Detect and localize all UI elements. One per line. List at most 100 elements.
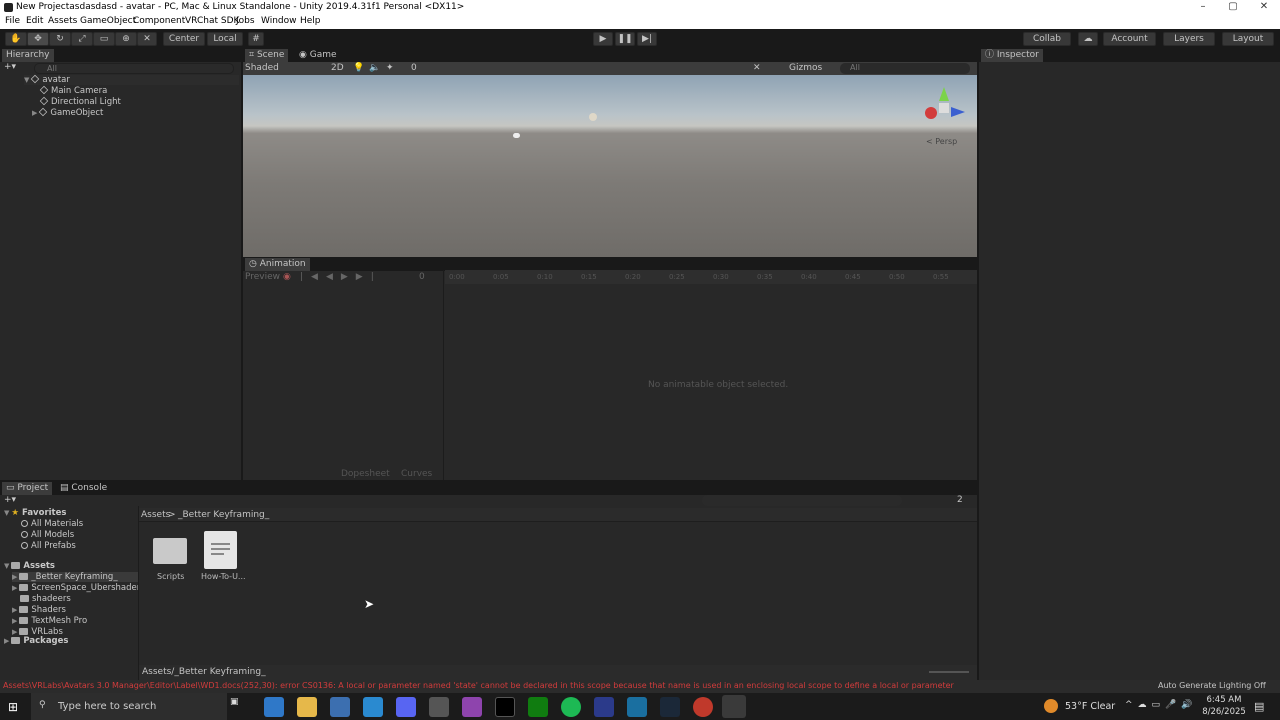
gizmos-dropdown[interactable]: Gizmos [789, 63, 822, 73]
step-button[interactable]: ▶| [637, 32, 657, 46]
effects-icon[interactable]: ✦ [386, 63, 394, 73]
menu-edit[interactable]: Edit [26, 16, 43, 26]
favorites-folder[interactable]: ▼ ★ Favorites [4, 508, 66, 518]
file-explorer-icon[interactable] [297, 697, 317, 717]
icon-size-slider[interactable] [929, 671, 969, 673]
tab-animation[interactable]: ◷ Animation [245, 258, 310, 271]
2d-toggle[interactable]: 2D [331, 63, 344, 73]
maximize-button[interactable]: ▢ [1218, 1, 1248, 12]
menu-file[interactable]: File [5, 16, 20, 26]
tab-inspector[interactable]: ⓘ Inspector [981, 49, 1043, 62]
tab-project[interactable]: ▭ Project [2, 482, 53, 495]
play-button[interactable]: ▶ [593, 32, 613, 46]
fav-all-models[interactable]: All Models [21, 530, 74, 540]
menu-vrchat-sdk[interactable]: VRChat SDK [185, 16, 239, 26]
app-icon[interactable] [627, 697, 647, 717]
obs-icon[interactable] [693, 697, 713, 717]
app-icon[interactable] [594, 697, 614, 717]
tab-hierarchy[interactable]: Hierarchy [2, 49, 54, 62]
x-icon[interactable] [495, 697, 515, 717]
create-asset-icon[interactable]: +▾ [4, 495, 16, 505]
orientation-gizmo-icon[interactable] [925, 87, 965, 127]
camera-gizmo-icon[interactable] [513, 133, 520, 138]
fav-all-materials[interactable]: All Materials [21, 519, 83, 529]
breadcrumb-assets[interactable]: Assets [141, 510, 170, 520]
breadcrumb-current[interactable]: _Better Keyframing_ [178, 510, 269, 520]
scene-search-input[interactable]: All [840, 63, 970, 74]
clock-time[interactable]: 6:45 AM [1204, 695, 1244, 705]
pause-button[interactable]: ❚❚ [615, 32, 635, 46]
collab-dropdown[interactable]: Collab [1023, 32, 1071, 46]
notifications-icon[interactable]: ▤ [1254, 700, 1264, 713]
layers-dropdown[interactable]: Layers [1163, 32, 1215, 46]
shading-mode-dropdown[interactable]: Shaded [245, 63, 279, 73]
pivot-local-button[interactable]: Local [207, 32, 243, 46]
task-view-icon[interactable]: ▣ [230, 697, 250, 717]
hand-tool-icon[interactable]: ✋ [5, 32, 27, 46]
close-button[interactable]: ✕ [1249, 1, 1279, 12]
transform-tool-icon[interactable]: ⊕ [115, 32, 137, 46]
menu-gameobject[interactable]: GameObject [80, 16, 136, 26]
layout-dropdown[interactable]: Layout [1222, 32, 1274, 46]
taskbar-search-input[interactable]: ⚲ Type here to search [31, 693, 227, 720]
discord-icon[interactable] [396, 697, 416, 717]
grid-snap-icon[interactable]: # [248, 32, 264, 46]
rotate-tool-icon[interactable]: ↻ [49, 32, 71, 46]
tray-icons[interactable]: ^☁▭🎤🔊 [1125, 700, 1197, 710]
unity-taskbar-icon[interactable] [722, 695, 746, 718]
hierarchy-item-gameobject[interactable]: ▶ GameObject [32, 107, 103, 118]
copilot-icon[interactable] [264, 697, 284, 717]
assets-folder[interactable]: ▼ Assets [4, 561, 55, 571]
asset-howto-label[interactable]: How-To-U... [201, 572, 246, 581]
menu-window[interactable]: Window [261, 16, 297, 26]
store-icon[interactable] [330, 697, 350, 717]
move-tool-icon[interactable]: ✥ [27, 32, 49, 46]
account-dropdown[interactable]: Account [1103, 32, 1156, 46]
fav-all-prefabs[interactable]: All Prefabs [21, 541, 76, 551]
tab-scene[interactable]: ⌗ Scene [245, 49, 289, 62]
clock-date[interactable]: 8/26/2025 [1202, 707, 1246, 717]
timeline-ruler[interactable]: 0:00 0:05 0:10 0:15 0:20 0:25 0:30 0:35 … [445, 270, 977, 284]
minimize-button[interactable]: – [1188, 1, 1218, 12]
menu-help[interactable]: Help [300, 16, 321, 26]
frame-field[interactable]: 0 [419, 272, 425, 282]
app-icon[interactable] [363, 697, 383, 717]
windows-start-icon[interactable]: ⊞ [8, 700, 18, 714]
pivot-center-button[interactable]: Center [163, 32, 205, 46]
packages-folder[interactable]: ▶ Packages [4, 636, 68, 646]
menu-assets[interactable]: Assets [48, 16, 77, 26]
asset-scripts-label[interactable]: Scripts [157, 572, 184, 581]
menu-component[interactable]: Component [133, 16, 185, 26]
scale-tool-icon[interactable]: ⤢ [71, 32, 93, 46]
rect-tool-icon[interactable]: ▭ [93, 32, 115, 46]
visual-studio-icon[interactable] [462, 697, 482, 717]
lighting-icon[interactable]: 💡 [353, 63, 364, 73]
text-document-icon[interactable] [204, 531, 237, 569]
tools-icon[interactable]: ✕ [753, 63, 761, 73]
record-icon[interactable]: ◉ [283, 272, 291, 282]
weather-text[interactable]: 53°F Clear [1065, 701, 1115, 712]
folder-textmesh-pro[interactable]: ▶ TextMesh Pro [12, 616, 87, 626]
tab-console[interactable]: ▤ Console [56, 482, 111, 495]
cloud-icon[interactable]: ☁ [1078, 32, 1098, 46]
lighting-status[interactable]: Auto Generate Lighting Off [1158, 681, 1266, 690]
persp-label[interactable]: < Persp [926, 137, 957, 146]
xbox-icon[interactable] [528, 697, 548, 717]
hidden-objects-count[interactable]: 0 [411, 63, 417, 73]
playback-controls[interactable]: |◀◀▶▶| [300, 272, 382, 282]
folder-shadeers[interactable]: shadeers [20, 594, 71, 604]
preview-toggle[interactable]: Preview [245, 272, 280, 282]
tab-game[interactable]: ◉ Game [295, 49, 341, 62]
unity-hub-icon[interactable] [429, 697, 449, 717]
steam-icon[interactable] [660, 697, 680, 717]
hierarchy-item-main-camera[interactable]: Main Camera [39, 85, 107, 96]
error-message[interactable]: Assets\VRLabs\Avatars 3.0 Manager\Editor… [3, 681, 1153, 690]
audio-icon[interactable]: 🔈 [369, 63, 380, 73]
light-gizmo-icon[interactable] [589, 113, 597, 121]
scene-viewport[interactable]: < Persp [243, 75, 977, 257]
folder-icon[interactable] [153, 538, 187, 564]
custom-tool-icon[interactable]: ✕ [137, 32, 157, 46]
folder-screenspace[interactable]: ▶ScreenSpace_Ubershader-m [12, 583, 138, 593]
hierarchy-search-input[interactable]: All [34, 63, 234, 74]
dopesheet-tab[interactable]: Dopesheet [341, 469, 390, 479]
